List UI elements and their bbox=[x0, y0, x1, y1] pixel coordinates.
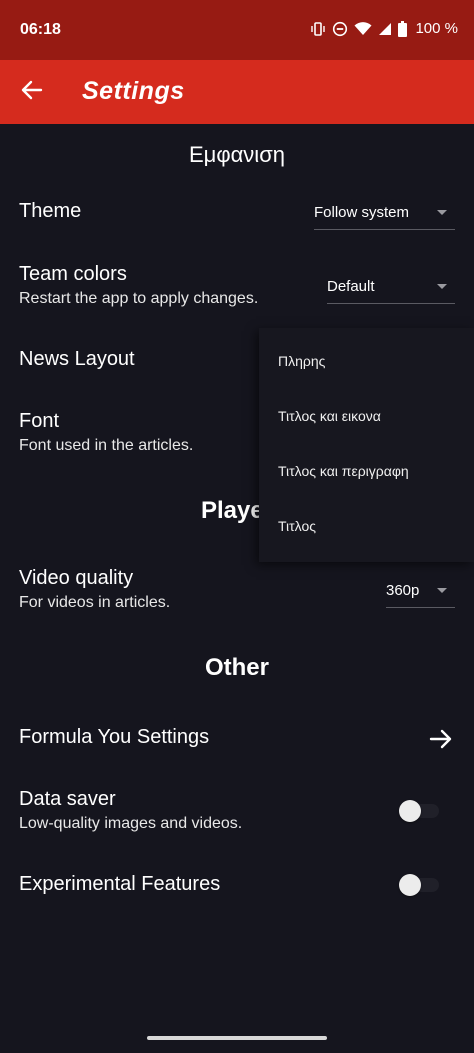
menu-item-title-and-description[interactable]: Τιτλος και περιγραφη bbox=[278, 463, 409, 479]
status-bar: 06:18 100 % bbox=[0, 0, 474, 60]
experimental-features-toggle[interactable] bbox=[399, 874, 439, 896]
battery-percentage: 100 % bbox=[415, 20, 458, 37]
video-quality-value: 360p bbox=[386, 582, 420, 599]
back-button[interactable] bbox=[16, 76, 48, 108]
team-colors-label: Team colors bbox=[19, 263, 127, 285]
experimental-features-label: Experimental Features bbox=[19, 873, 221, 895]
menu-item-title-and-image[interactable]: Τιτλος και εικονα bbox=[278, 408, 381, 424]
status-time: 06:18 bbox=[20, 21, 61, 38]
news-layout-label[interactable]: News Layout bbox=[19, 348, 135, 371]
team-colors-value: Default bbox=[327, 278, 375, 295]
font-subtitle: Font used in the articles. bbox=[19, 437, 194, 454]
video-quality-subtitle: For videos in articles. bbox=[19, 594, 171, 611]
news-layout-menu: Πληρης Τιτλος και εικονα Τιτλος και περι… bbox=[259, 328, 474, 562]
toggle-thumb bbox=[399, 874, 421, 896]
section-heading-appearance: Εμφανιση bbox=[188, 142, 286, 167]
video-quality-dropdown[interactable]: 360p bbox=[386, 574, 455, 608]
toggle-thumb bbox=[399, 800, 421, 822]
section-heading-other: Other bbox=[204, 654, 269, 681]
arrow-right-icon[interactable] bbox=[428, 726, 454, 752]
font-label[interactable]: Font bbox=[19, 410, 59, 433]
chevron-down-icon bbox=[437, 210, 447, 215]
gesture-navigation-bar[interactable] bbox=[147, 1036, 327, 1040]
data-saver-toggle[interactable] bbox=[399, 800, 439, 822]
signal-icon bbox=[378, 22, 392, 36]
chevron-down-icon bbox=[437, 284, 447, 289]
theme-value: Follow system bbox=[314, 204, 410, 221]
team-colors-subtitle: Restart the app to apply changes. bbox=[19, 290, 259, 307]
app-bar: Settings bbox=[0, 60, 474, 124]
theme-dropdown[interactable]: Follow system bbox=[314, 196, 455, 230]
do-not-disturb-icon bbox=[332, 21, 348, 37]
menu-item-title[interactable]: Τιτλος bbox=[278, 518, 316, 534]
menu-item-full[interactable]: Πληρης bbox=[278, 353, 325, 369]
formula-you-settings-label[interactable]: Formula You Settings bbox=[19, 726, 209, 749]
vibrate-icon bbox=[310, 21, 326, 37]
status-icons: 100 % bbox=[310, 20, 458, 37]
data-saver-label: Data saver bbox=[19, 788, 116, 810]
battery-icon bbox=[398, 20, 408, 37]
team-colors-dropdown[interactable]: Default bbox=[327, 270, 455, 304]
chevron-down-icon bbox=[437, 588, 447, 593]
video-quality-label: Video quality bbox=[19, 567, 134, 589]
page-title: Settings bbox=[82, 77, 185, 105]
data-saver-subtitle: Low-quality images and videos. bbox=[19, 815, 243, 832]
theme-label: Theme bbox=[19, 200, 82, 222]
back-arrow-icon bbox=[21, 79, 43, 106]
wifi-icon bbox=[354, 21, 372, 36]
